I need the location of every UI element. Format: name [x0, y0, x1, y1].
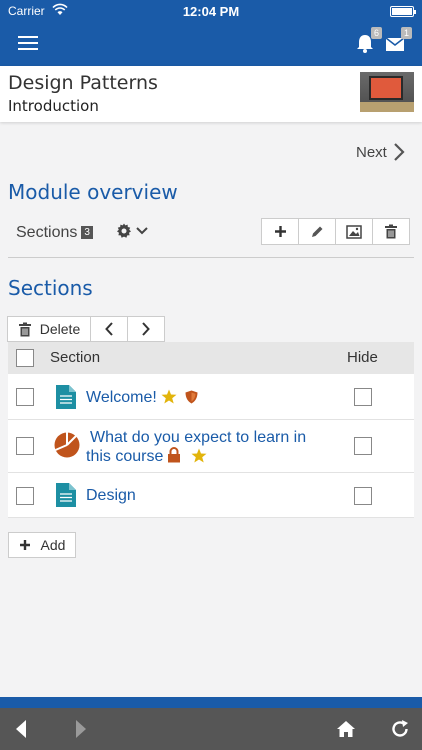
clock: 12:04 PM	[182, 4, 240, 19]
messages-badge: 1	[400, 27, 412, 39]
messages-button[interactable]: 1	[384, 27, 412, 56]
section-link[interactable]: Welcome!	[86, 388, 198, 407]
add-section-button[interactable]: Add	[8, 532, 76, 558]
app-nav-bar: 6 1	[0, 22, 422, 66]
sections-table: Section Hide Welcome! What do you expect…	[8, 342, 414, 518]
delete-module-button[interactable]	[372, 218, 410, 245]
delete-label: Delete	[39, 321, 81, 337]
star-icon	[191, 448, 207, 463]
back-arrow-icon[interactable]	[14, 719, 28, 739]
home-icon[interactable]	[336, 719, 356, 739]
status-bar: Carrier 12:04 PM	[0, 0, 422, 22]
trash-icon	[385, 224, 397, 239]
column-header-hide: Hide	[347, 349, 378, 366]
sections-heading: Sections	[8, 276, 93, 300]
menu-icon[interactable]	[18, 35, 38, 51]
section-title: Design	[86, 487, 136, 504]
tab-sections-count: 3	[81, 226, 93, 239]
move-right-button[interactable]	[127, 316, 165, 342]
module-overview-title: Module overview	[8, 180, 178, 204]
plus-icon	[19, 540, 30, 550]
tab-sections-label: Sections	[16, 224, 78, 241]
lock-icon	[168, 447, 181, 463]
shield-icon	[185, 390, 198, 404]
delete-button[interactable]: Delete	[7, 316, 91, 342]
section-link[interactable]: What do you expect to learn in this cour…	[86, 428, 307, 466]
notifications-button[interactable]: 6	[354, 27, 382, 56]
hide-checkbox[interactable]	[354, 487, 372, 505]
refresh-icon[interactable]	[390, 719, 410, 739]
chevron-right-icon	[142, 322, 150, 336]
select-all-checkbox[interactable]	[16, 349, 34, 367]
plus-icon	[274, 226, 286, 237]
module-toolbar	[261, 218, 410, 245]
section-title: Welcome!	[86, 389, 157, 406]
add-label: Add	[40, 537, 66, 553]
image-icon	[346, 224, 362, 239]
notifications-badge: 6	[370, 27, 382, 39]
course-subtitle: Introduction	[8, 97, 99, 115]
table-row[interactable]: What do you expect to learn in this cour…	[8, 420, 414, 473]
course-title: Design Patterns	[8, 72, 158, 94]
chevron-left-icon	[105, 322, 113, 336]
section-title-line1: What do you expect to learn in	[90, 429, 307, 446]
hide-checkbox[interactable]	[354, 388, 372, 406]
document-icon	[56, 483, 76, 507]
section-title-line2: this course	[86, 448, 164, 465]
chevron-right-icon	[394, 143, 405, 161]
row-checkbox[interactable]	[16, 437, 34, 455]
browser-toolbar	[0, 708, 422, 750]
pie-chart-icon	[54, 432, 80, 458]
document-icon	[56, 385, 76, 409]
tab-sections[interactable]: Sections 3	[16, 224, 93, 242]
next-button[interactable]: Next	[356, 142, 405, 162]
column-header-section: Section	[50, 349, 101, 366]
course-header: Design Patterns Introduction	[0, 66, 422, 122]
next-label: Next	[356, 143, 387, 161]
pencil-icon	[312, 226, 323, 237]
image-button[interactable]	[335, 218, 373, 245]
row-checkbox[interactable]	[16, 487, 34, 505]
gear-icon	[117, 223, 131, 238]
table-row[interactable]: Welcome!	[8, 374, 414, 420]
section-link[interactable]: Design	[86, 486, 136, 505]
table-row[interactable]: Design	[8, 473, 414, 518]
row-checkbox[interactable]	[16, 388, 34, 406]
forward-arrow-icon[interactable]	[74, 719, 88, 739]
battery-icon	[390, 6, 416, 17]
course-thumbnail[interactable]	[360, 72, 414, 112]
star-icon	[161, 389, 177, 404]
trash-icon	[18, 322, 31, 336]
add-button[interactable]	[261, 218, 299, 245]
edit-button[interactable]	[298, 218, 336, 245]
bottom-stripe	[0, 697, 422, 708]
sections-action-bar: Delete	[7, 316, 165, 342]
move-left-button[interactable]	[90, 316, 128, 342]
hide-checkbox[interactable]	[354, 437, 372, 455]
settings-dropdown[interactable]	[116, 223, 148, 239]
table-header: Section Hide	[8, 342, 414, 374]
chevron-down-icon	[136, 227, 148, 235]
